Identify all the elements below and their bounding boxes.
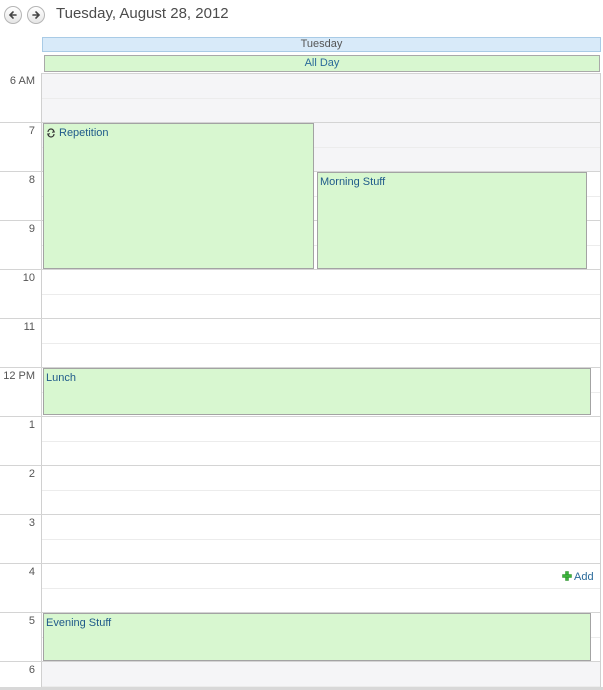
calendar-day-view: Tuesday, August 28, 2012 Tuesday All Day…	[0, 0, 603, 690]
time-label: 3	[28, 517, 35, 529]
time-label: 6	[28, 664, 35, 676]
time-label: 1	[28, 419, 35, 431]
time-label: 7	[28, 125, 35, 137]
all-day-slot[interactable]: All Day	[44, 55, 600, 72]
hour-slot[interactable]	[42, 465, 600, 514]
time-label: 12 PM	[3, 370, 35, 382]
time-label: 5	[28, 615, 35, 627]
time-label: 4	[28, 566, 35, 578]
next-day-button[interactable]	[27, 6, 45, 24]
event-title: Evening Stuff	[46, 617, 112, 629]
recurring-icon	[46, 128, 56, 138]
time-divider	[0, 318, 42, 319]
time-label: 11	[23, 321, 35, 333]
event-lunch[interactable]: Lunch	[43, 368, 591, 415]
hour-slot[interactable]	[42, 73, 600, 122]
page-title: Tuesday, August 28, 2012	[56, 5, 229, 22]
time-divider	[0, 465, 42, 466]
event-repetition[interactable]: Repetition	[43, 123, 314, 269]
hour-slot[interactable]	[42, 269, 600, 318]
add-event-link[interactable]: Add	[562, 571, 594, 583]
day-column-header[interactable]: Tuesday	[42, 37, 601, 52]
hour-slot[interactable]	[42, 661, 600, 690]
time-label: 10	[22, 272, 35, 284]
hour-slot[interactable]	[42, 514, 600, 563]
time-divider	[0, 514, 42, 515]
time-divider	[0, 122, 42, 123]
previous-day-button[interactable]	[4, 6, 22, 24]
time-divider	[0, 612, 42, 613]
time-column: 6 AM 7 8 9 10 11 12 PM 1 2 3 4 5 6	[0, 73, 42, 690]
plus-icon	[562, 571, 572, 581]
time-divider	[0, 416, 42, 417]
event-morning-stuff[interactable]: Morning Stuff	[317, 172, 587, 269]
time-divider	[0, 269, 42, 270]
hour-slot[interactable]	[42, 318, 600, 367]
arrow-right-icon	[32, 11, 41, 19]
time-label: 9	[28, 223, 35, 235]
event-evening-stuff[interactable]: Evening Stuff	[43, 613, 591, 661]
hour-slot[interactable]	[42, 563, 600, 612]
time-divider	[0, 367, 42, 368]
time-divider	[0, 220, 42, 221]
time-divider	[0, 661, 42, 662]
event-title: Repetition	[59, 127, 109, 139]
time-label: 6 AM	[9, 75, 35, 87]
time-label: 2	[28, 468, 35, 480]
event-title: Lunch	[46, 372, 76, 384]
hour-slot[interactable]	[42, 416, 600, 465]
time-divider	[0, 171, 42, 172]
time-label: 8	[28, 174, 35, 186]
time-divider	[0, 563, 42, 564]
arrow-left-icon	[8, 11, 17, 19]
add-label: Add	[574, 571, 594, 583]
event-title: Morning Stuff	[320, 176, 386, 188]
